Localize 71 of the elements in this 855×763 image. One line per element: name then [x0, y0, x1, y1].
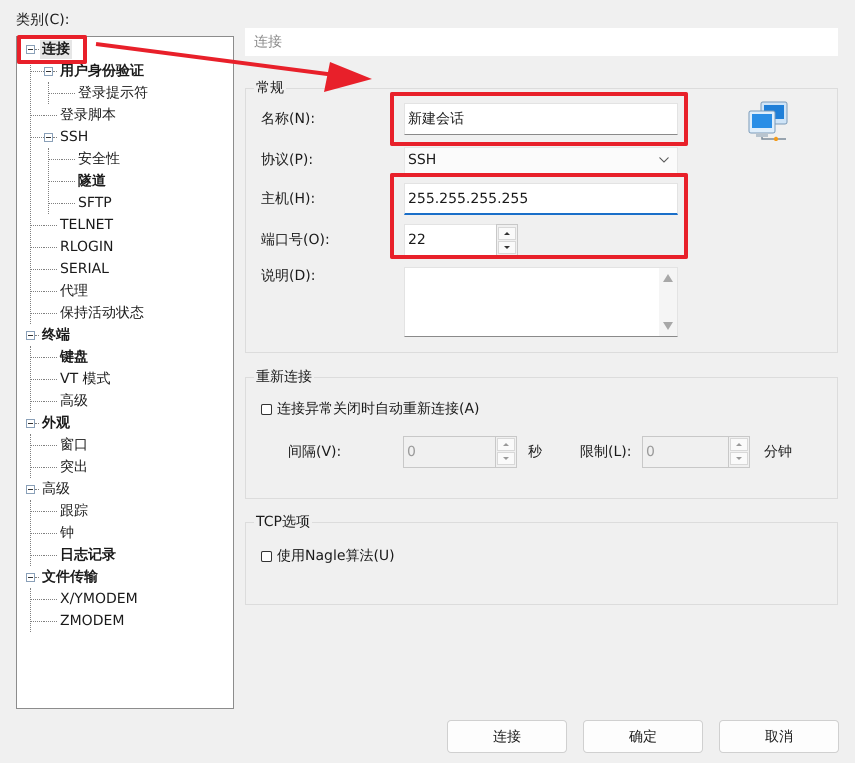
checkbox-label[interactable]: 连接异常关闭时自动重新连接(A) [277, 400, 480, 418]
unit-label: 分钟 [764, 442, 792, 460]
up-triangle-icon [502, 441, 510, 448]
page-title: 连接 [245, 28, 838, 56]
dialog-button[interactable]: 连接 [447, 720, 567, 753]
tree-item[interactable]: 外观 [40, 414, 72, 432]
field-label: 端口号(O): [261, 231, 331, 250]
tree-item[interactable]: 日志记录 [58, 546, 118, 564]
up-triangle-icon [735, 441, 743, 448]
network-computers-icon [746, 101, 790, 141]
protocol-dropdown[interactable]: SSH [404, 146, 678, 174]
tree-item[interactable]: 高级 [58, 392, 90, 410]
tree-item[interactable]: 连接 [40, 40, 72, 58]
dialog-button[interactable]: 取消 [719, 720, 839, 753]
tree-item[interactable]: 文件传输 [40, 568, 100, 586]
dialog-button[interactable]: 确定 [583, 720, 703, 753]
tree-item[interactable]: 登录脚本 [58, 106, 118, 124]
tree-item[interactable]: 终端 [40, 326, 72, 344]
tree-item[interactable]: 高级 [40, 480, 72, 498]
field-label: 间隔(V): [288, 442, 342, 460]
port-field[interactable]: 22 [404, 224, 496, 256]
field-label: 名称(N): [261, 110, 316, 129]
spin-down-button[interactable] [498, 240, 516, 254]
tree-item[interactable]: 键盘 [58, 348, 90, 366]
tree-item[interactable]: VT 模式 [58, 370, 113, 388]
tree-item[interactable]: 隧道 [76, 172, 108, 190]
tree-item[interactable]: ZMODEM [58, 612, 126, 630]
collapse-icon[interactable] [26, 44, 35, 54]
tree-item[interactable]: SFTP [76, 194, 114, 212]
chevron-down-icon [659, 157, 669, 163]
annotation-box [17, 35, 87, 64]
tree-item[interactable]: SSH [58, 128, 90, 146]
tree-item[interactable]: 代理 [58, 282, 90, 300]
description-field[interactable] [404, 267, 678, 337]
field-label: 主机(H): [261, 190, 316, 209]
group-title: 重新连接 [254, 368, 314, 386]
collapse-icon[interactable] [44, 66, 53, 76]
spin-up-button[interactable] [498, 226, 516, 240]
down-triangle-icon [735, 455, 743, 462]
tree-item[interactable]: TELNET [58, 216, 116, 234]
field-label: 协议(P): [261, 151, 314, 170]
collapse-icon[interactable] [26, 484, 35, 494]
group-title: 常规 [254, 79, 286, 97]
down-triangle-icon [502, 455, 510, 462]
group-title: TCP选项 [254, 513, 312, 531]
name-field[interactable]: 新建会话 [404, 103, 678, 135]
field-label: 说明(D): [261, 267, 316, 286]
host-field[interactable]: 255.255.255.255 [404, 183, 678, 215]
field-label: 限制(L): [580, 442, 632, 460]
category-label: 类别(C): [16, 11, 70, 30]
tree-item[interactable]: 钟 [58, 524, 76, 542]
collapse-icon[interactable] [26, 330, 35, 340]
checkbox[interactable] [261, 404, 272, 414]
tree-item[interactable]: 突出 [58, 458, 90, 476]
tree-item[interactable]: X/YMODEM [58, 590, 140, 608]
collapse-icon[interactable] [26, 572, 35, 582]
checkbox-label[interactable]: 使用Nagle算法(U) [277, 547, 395, 565]
down-triangle-icon [503, 244, 511, 250]
unit-label: 秒 [528, 442, 543, 460]
collapse-icon[interactable] [44, 132, 53, 142]
tree-item[interactable]: SERIAL [58, 260, 111, 278]
collapse-icon[interactable] [26, 418, 35, 428]
checkbox[interactable] [261, 550, 272, 562]
tree-item[interactable]: 跟踪 [58, 502, 90, 520]
tree-item[interactable]: RLOGIN [58, 238, 116, 256]
tree-item[interactable]: 安全性 [76, 150, 122, 168]
tree-item[interactable]: 用户身份验证 [58, 62, 146, 80]
tree-item[interactable]: 窗口 [58, 436, 90, 454]
up-triangle-icon [503, 230, 511, 236]
tree-item[interactable]: 登录提示符 [76, 84, 150, 102]
tree-item[interactable]: 保持活动状态 [58, 304, 146, 322]
